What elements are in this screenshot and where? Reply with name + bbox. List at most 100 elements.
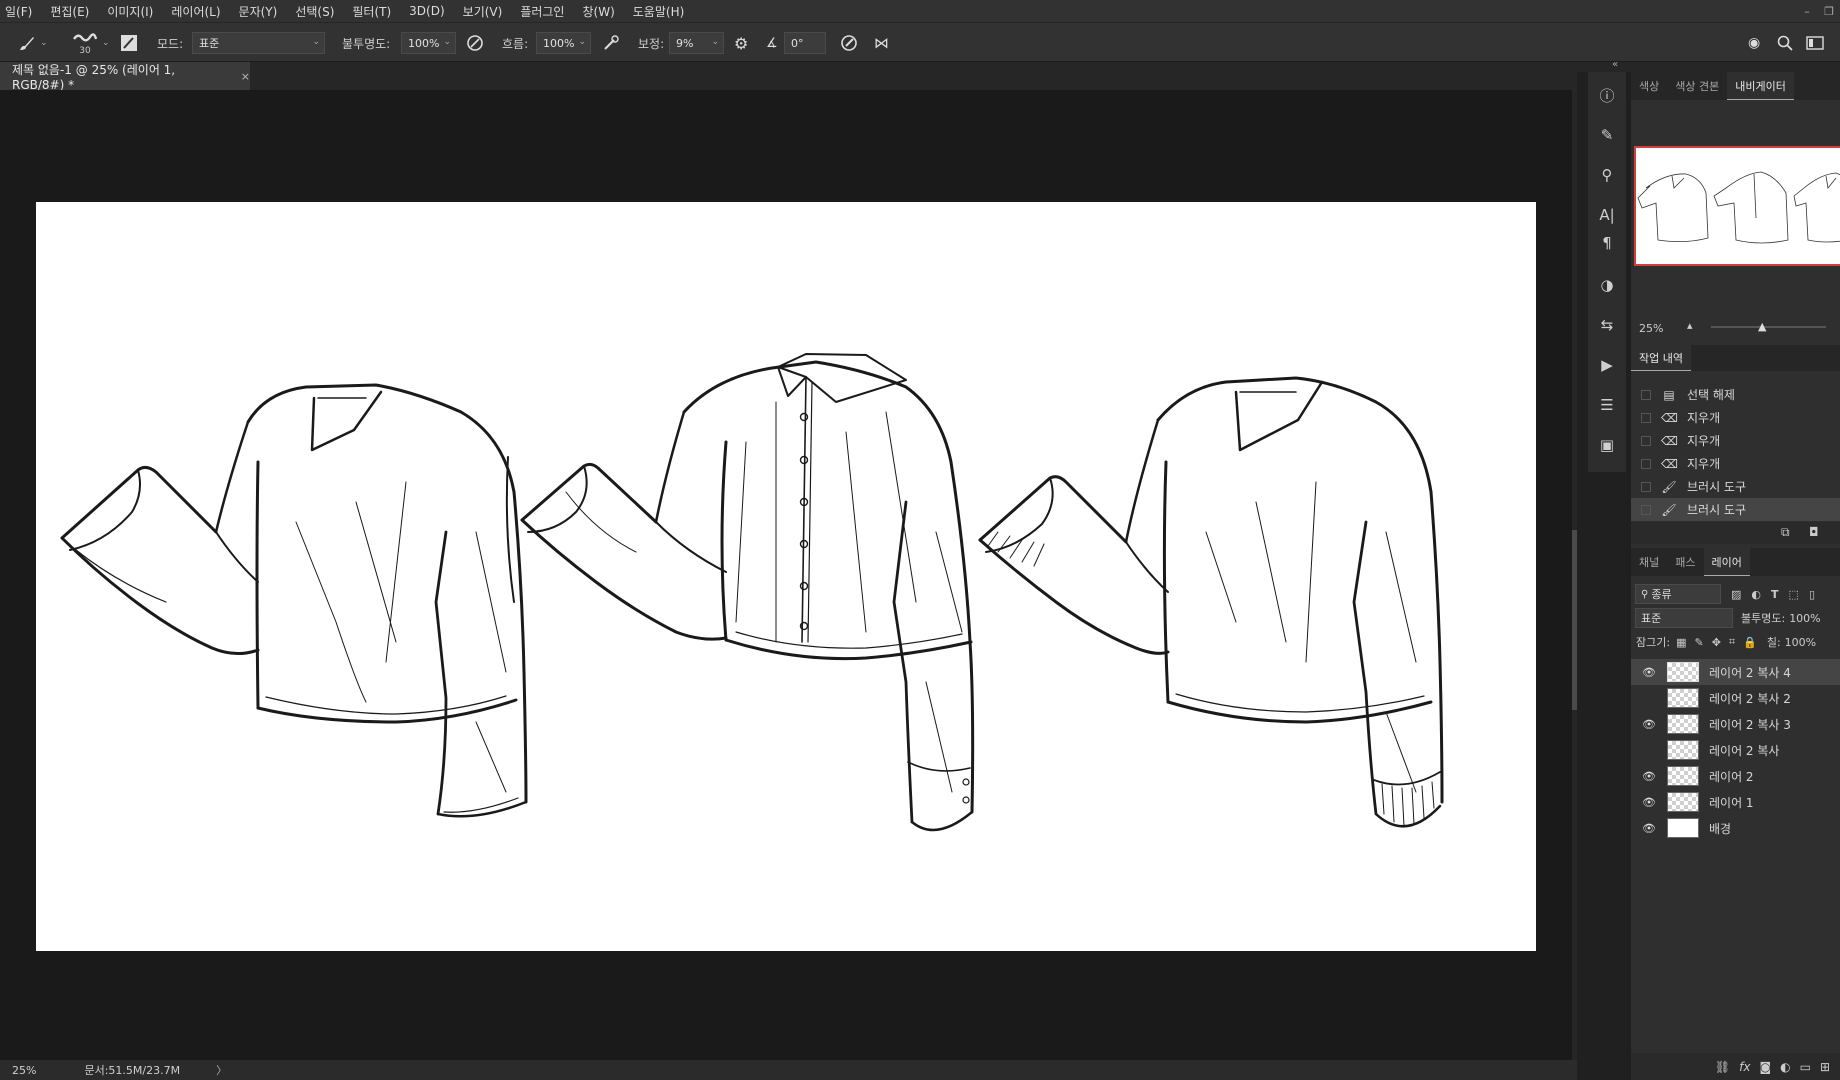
pressure-opacity-button[interactable] (466, 23, 484, 63)
chevron-down-icon[interactable]: ⌄ (102, 23, 110, 63)
document-canvas[interactable] (36, 202, 1536, 951)
layer-blend-mode-select[interactable]: 표준 (1635, 608, 1733, 628)
info-panel-button[interactable]: ⓘ (1588, 80, 1626, 110)
history-snapshot-checkbox[interactable] (1641, 389, 1651, 400)
visibility-eye-icon[interactable]: 👁 (1641, 770, 1657, 783)
history-snapshot-checkbox[interactable] (1641, 412, 1651, 423)
menu-edit[interactable]: 편집(E) (41, 3, 98, 20)
layer-row[interactable]: 레이어 2 복사 (1631, 737, 1840, 763)
smart-object-filter-icon[interactable]: ▯ (1809, 588, 1815, 601)
visibility-eye-icon[interactable]: 👁 (1641, 822, 1657, 835)
new-document-from-state-icon[interactable]: ⧉ (1781, 525, 1790, 540)
history-item[interactable]: ▤ 선택 해제 (1631, 383, 1840, 406)
vertical-scrollbar[interactable] (1572, 90, 1577, 1060)
double-chevron-icon[interactable]: « (1612, 59, 1618, 70)
panel-collapse-strip[interactable]: « (1577, 59, 1840, 72)
history-snapshot-checkbox[interactable] (1641, 481, 1651, 492)
history-item-current[interactable]: 🖌 브러시 도구 (1631, 498, 1840, 521)
clone-source-panel-button[interactable]: ⚲ (1588, 160, 1626, 190)
angle-input[interactable]: 0° (784, 32, 826, 54)
menu-filter[interactable]: 필터(T) (343, 3, 400, 20)
workspace[interactable] (0, 90, 1572, 1060)
paragraph-panel-button[interactable]: ¶ (1588, 228, 1626, 258)
zoom-out-icon[interactable]: ▴ (1687, 319, 1693, 332)
visibility-eye-icon[interactable]: 👁 (1641, 796, 1657, 809)
tab-layers[interactable]: 레이어 (1703, 548, 1750, 576)
tab-navigator[interactable]: 내비게이터 (1727, 72, 1794, 100)
status-arrow-icon[interactable]: 〉 (216, 1062, 227, 1078)
character-panel-button[interactable]: A| (1588, 200, 1626, 230)
restore-icon[interactable]: ❐ (1818, 5, 1840, 18)
new-layer-icon[interactable]: ⊞ (1820, 1060, 1830, 1074)
history-snapshot-checkbox[interactable] (1641, 458, 1651, 469)
menu-image[interactable]: 이미지(I) (98, 3, 162, 20)
scrollbar-thumb[interactable] (1572, 530, 1577, 710)
navigator-thumbnail[interactable] (1634, 146, 1840, 266)
mode-select[interactable]: 표준 ⌄ (192, 32, 325, 54)
tab-color[interactable]: 색상 (1631, 72, 1667, 100)
adjustment-filter-icon[interactable]: ◐ (1751, 588, 1761, 601)
layer-row[interactable]: 👁 레이어 1 (1631, 789, 1840, 815)
adjust-sliders-panel-button[interactable]: ☰ (1588, 390, 1626, 420)
lock-transparent-icon[interactable]: ▦ (1676, 636, 1686, 649)
flow-input[interactable]: 100% ⌄ (536, 32, 591, 54)
shape-filter-icon[interactable]: ⬚ (1789, 588, 1799, 601)
search-button[interactable] (1777, 23, 1793, 63)
navigator-zoom-value[interactable]: 25% (1639, 322, 1663, 335)
minimize-icon[interactable]: – (1796, 5, 1818, 18)
link-layers-icon[interactable]: ⛓ (1715, 1060, 1730, 1074)
symmetry-button[interactable]: ⋈ (874, 23, 889, 63)
status-zoom[interactable]: 25% (12, 1064, 36, 1077)
lock-pixels-icon[interactable]: ✎ (1694, 636, 1703, 649)
lock-all-icon[interactable]: 🔒 (1743, 636, 1757, 649)
properties-panel-button[interactable]: ⇆ (1588, 310, 1626, 340)
layer-kind-filter[interactable]: ⚲ 종류 (1635, 584, 1721, 604)
new-group-icon[interactable]: ▭ (1800, 1060, 1811, 1074)
type-filter-icon[interactable]: T (1771, 588, 1779, 601)
menu-layer[interactable]: 레이어(L) (162, 3, 229, 20)
menu-help[interactable]: 도움말(H) (624, 3, 694, 20)
history-snapshot-checkbox[interactable] (1641, 504, 1651, 515)
share-button[interactable]: ◉ (1748, 23, 1760, 63)
history-snapshot-checkbox[interactable] (1641, 435, 1651, 446)
image-filter-icon[interactable]: ▨ (1731, 588, 1741, 601)
menu-select[interactable]: 선택(S) (286, 3, 343, 20)
fill-value[interactable]: 100% (1785, 636, 1816, 649)
pressure-size-button[interactable] (840, 23, 858, 63)
tab-swatches[interactable]: 색상 견본 (1667, 72, 1727, 100)
menu-type[interactable]: 문자(Y) (230, 3, 287, 20)
layer-row-background[interactable]: 👁 배경 (1631, 815, 1840, 841)
visibility-eye-icon[interactable]: 👁 (1641, 666, 1657, 679)
actions-panel-button[interactable]: ▶ (1588, 350, 1626, 380)
zoom-slider-handle-icon[interactable]: ▲ (1758, 320, 1766, 333)
document-tab[interactable]: 제목 없음-1 @ 25% (레이어 1, RGB/8#) * × (0, 62, 250, 92)
visibility-eye-icon[interactable]: 👁 (1641, 718, 1657, 731)
layer-row[interactable]: 👁 레이어 2 (1631, 763, 1840, 789)
menu-plugins[interactable]: 플러그인 (511, 3, 573, 20)
brush-settings-toggle[interactable] (120, 23, 138, 63)
history-item[interactable]: 🖌 브러시 도구 (1631, 475, 1840, 498)
tab-paths[interactable]: 패스 (1667, 548, 1703, 576)
adjustments-panel-button[interactable]: ◑ (1588, 270, 1626, 300)
navigator-zoom-slider[interactable] (1711, 326, 1826, 328)
brush-settings-panel-button[interactable]: ✎ (1588, 120, 1626, 150)
camera-icon[interactable]: ◘ (1809, 525, 1819, 539)
brush-tool-preset[interactable]: ⌄ (18, 23, 48, 63)
new-adjustment-layer-icon[interactable]: ◐ (1780, 1060, 1790, 1074)
history-item[interactable]: ⌫ 지우개 (1631, 452, 1840, 475)
layer-row[interactable]: 👁 레이어 2 복사 3 (1631, 711, 1840, 737)
tab-channels[interactable]: 채널 (1631, 548, 1667, 576)
airbrush-button[interactable] (602, 23, 620, 63)
close-icon[interactable]: × (241, 70, 250, 83)
brush-size-picker[interactable]: 30 (72, 23, 98, 63)
lock-position-icon[interactable]: ✥ (1712, 636, 1721, 649)
layer-style-button[interactable]: fx (1739, 1060, 1750, 1074)
smoothing-input[interactable]: 9% ⌄ (669, 32, 724, 54)
history-item[interactable]: ⌫ 지우개 (1631, 406, 1840, 429)
workspace-button[interactable] (1806, 23, 1824, 63)
lock-artboard-icon[interactable]: ⌗ (1729, 635, 1735, 649)
opacity-input[interactable]: 100% ⌄ (401, 32, 456, 54)
layer-row[interactable]: 레이어 2 복사 2 (1631, 685, 1840, 711)
history-item[interactable]: ⌫ 지우개 (1631, 429, 1840, 452)
tab-history[interactable]: 작업 내역 (1631, 345, 1691, 371)
